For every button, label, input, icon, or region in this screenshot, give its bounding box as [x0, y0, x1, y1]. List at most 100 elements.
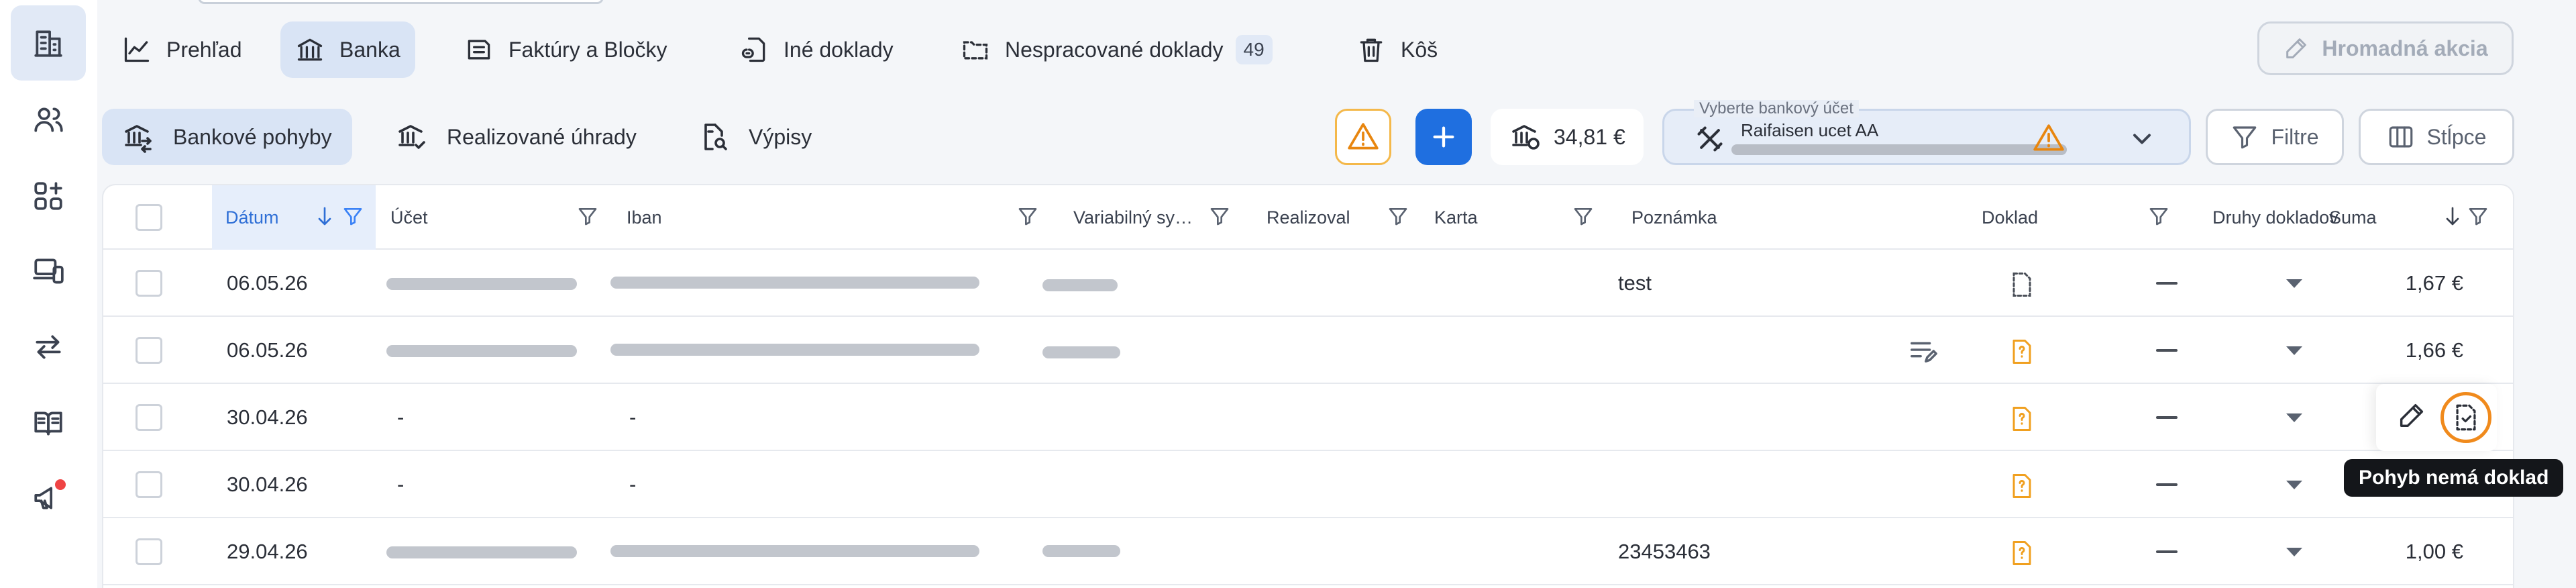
column-note[interactable]: Poznámka: [1631, 185, 1717, 250]
row-date: 29.04.26: [227, 540, 308, 563]
apps-add-icon: [34, 182, 62, 210]
document-missing-icon[interactable]: [2010, 405, 2034, 432]
partial-search-bar: [198, 0, 604, 4]
document-missing-icon[interactable]: [2010, 540, 2034, 567]
document-dashed-icon[interactable]: [2010, 271, 2034, 298]
building-icon: [34, 30, 62, 57]
columns-button[interactable]: Stĺpce: [2359, 109, 2514, 165]
document-search-icon: [704, 124, 727, 150]
sum-sort-icon[interactable]: [2442, 204, 2463, 228]
tab-trash[interactable]: Kôš: [1342, 21, 1452, 78]
row-date: 06.05.26: [227, 271, 308, 295]
column-doc-types-label: Druhy dokladov: [2212, 207, 2339, 228]
variable-filter-icon[interactable]: [1209, 205, 1230, 227]
iban-filter-icon[interactable]: [1017, 205, 1038, 227]
sidebar-item-contacts[interactable]: [11, 82, 86, 157]
edit-pencil-icon[interactable]: [2396, 400, 2427, 431]
card-filter-icon[interactable]: [1572, 205, 1594, 227]
column-doc-types[interactable]: Druhy dokladov: [2145, 185, 2339, 250]
add-button[interactable]: [1415, 109, 1472, 165]
filters-button[interactable]: Filtre: [2206, 109, 2344, 165]
sum-filter-icon[interactable]: [2467, 205, 2489, 227]
document-dashed-check-icon: [2456, 404, 2476, 431]
column-realized[interactable]: Realizoval: [1267, 185, 1350, 250]
doc-types-caret[interactable]: [2286, 346, 2302, 355]
filter-icon: [2233, 126, 2257, 149]
sidebar-item-announcements[interactable]: [11, 460, 86, 536]
warning-button[interactable]: [1335, 109, 1391, 165]
tab-bank[interactable]: Banka: [280, 21, 415, 78]
column-note-label: Poznámka: [1631, 207, 1717, 228]
row-account: -: [397, 473, 405, 496]
sidebar-item-transfers[interactable]: [11, 309, 86, 384]
tab-unprocessed[interactable]: Nespracované doklady 49: [946, 21, 1287, 78]
edit-note-icon[interactable]: [1908, 336, 1939, 366]
tab-bank-moves[interactable]: Bankové pohyby: [102, 109, 352, 165]
realized-filter-icon[interactable]: [1387, 205, 1409, 227]
no-document-button[interactable]: [2440, 392, 2491, 443]
tab-invoices[interactable]: Faktúry a Bločky: [449, 21, 682, 78]
bank-account-select[interactable]: Vyberte bankový účet Raifaisen ucet AA: [1662, 100, 2191, 165]
pencil-icon: [2286, 38, 2307, 58]
column-sum[interactable]: Suma: [2329, 185, 2377, 250]
redacted-account-number: [1731, 144, 2067, 155]
column-account-label: Účet: [390, 207, 428, 228]
sidebar-item-companies[interactable]: [11, 5, 86, 81]
mass-action-button[interactable]: Hromadná akcia: [2257, 21, 2514, 75]
chart-line-icon: [124, 37, 150, 62]
document-link-icon: [741, 37, 765, 62]
sidebar-item-book[interactable]: [11, 385, 86, 460]
row-checkbox[interactable]: [136, 270, 162, 297]
row-hover-actions: [2376, 384, 2497, 451]
tab-payments-label: Realizované úhrady: [447, 124, 637, 149]
sidebar-item-apps[interactable]: [11, 158, 86, 234]
tab-statements[interactable]: Výpisy: [678, 109, 832, 165]
doc-types-caret[interactable]: [2286, 548, 2302, 556]
tab-payments[interactable]: Realizované úhrady: [376, 109, 657, 165]
table-row[interactable]: 30.04.26 - -: [103, 384, 2513, 451]
account-filter-icon[interactable]: [577, 205, 598, 227]
table-row[interactable]: 06.05.26 test 1,67 €: [103, 250, 2513, 317]
table-row[interactable]: 30.04.26 - -: [103, 451, 2513, 518]
redacted-variable-symbol: [1042, 545, 1120, 557]
doc-types-caret[interactable]: [2286, 279, 2302, 288]
bank-check-icon: [398, 125, 425, 149]
trash-icon: [1360, 38, 1383, 62]
plus-icon: [1433, 126, 1454, 148]
redacted-account: [386, 345, 577, 357]
tab-trash-label: Kôš: [1401, 37, 1438, 62]
bank-transfer-icon: [125, 125, 152, 153]
row-checkbox[interactable]: [136, 471, 162, 498]
select-all-checkbox[interactable]: [136, 204, 162, 231]
document-missing-icon[interactable]: [2010, 473, 2034, 499]
column-account[interactable]: Účet: [390, 185, 428, 250]
date-filter-icon[interactable]: [342, 205, 364, 227]
tab-unprocessed-label: Nespracované doklady: [1005, 37, 1224, 62]
column-variable-symbol[interactable]: Variabilný sy…: [1073, 185, 1193, 250]
doc-types-caret[interactable]: [2286, 481, 2302, 489]
sidebar-item-devices[interactable]: [11, 234, 86, 309]
table-row[interactable]: 06.05.26 1,66 €: [103, 317, 2513, 384]
column-variable-label: Variabilný sy…: [1073, 207, 1193, 228]
row-checkbox[interactable]: [136, 404, 162, 431]
row-checkbox[interactable]: [136, 538, 162, 565]
tab-overview[interactable]: Prehľad: [107, 21, 257, 78]
sort-down-icon[interactable]: [314, 204, 335, 228]
tab-other-docs[interactable]: Iné doklady: [724, 21, 908, 78]
row-sum: 1,67 €: [2405, 271, 2463, 295]
table-row[interactable]: 29.04.26 23453463 1,00 €: [103, 518, 2513, 585]
warning-icon: [1348, 123, 1379, 150]
columns-label: Stĺpce: [2426, 124, 2487, 149]
doc-types-caret[interactable]: [2286, 413, 2302, 422]
row-checkbox[interactable]: [136, 337, 162, 364]
column-document[interactable]: Doklad: [1982, 185, 2038, 250]
document-missing-icon[interactable]: [2010, 338, 2034, 365]
folder-dashed-icon: [963, 41, 988, 60]
bank-balance-icon: [1512, 125, 1540, 150]
column-iban[interactable]: Iban: [627, 185, 662, 250]
account-warning-icon: [2033, 124, 2064, 151]
tab-bank-label: Banka: [339, 37, 400, 62]
chevron-down-icon[interactable]: [2127, 124, 2157, 154]
bank-account-legend: Vyberte bankový účet: [1694, 100, 1859, 117]
column-card[interactable]: Karta: [1434, 185, 1478, 250]
